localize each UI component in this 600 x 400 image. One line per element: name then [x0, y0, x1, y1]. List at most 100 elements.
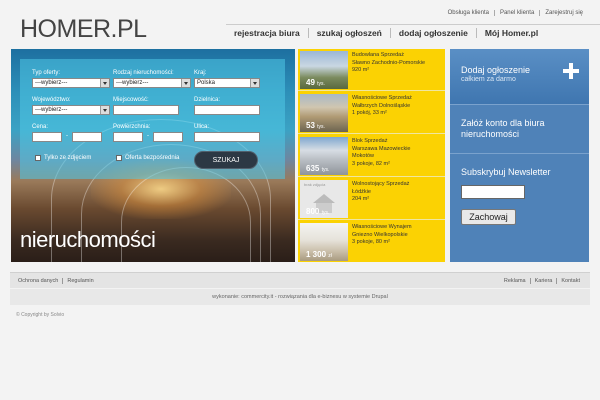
- newsletter-submit-button[interactable]: Zachowaj: [461, 209, 516, 225]
- hero-search-panel: Typ oferty: ---wybierz--- Rodzaj nieruch…: [11, 49, 295, 262]
- listing-district: Mokotów: [352, 153, 375, 159]
- district-input[interactable]: [194, 105, 260, 115]
- footer-credit: wykonanie: commercity.it - rozwiązania d…: [10, 289, 590, 305]
- listing-item[interactable]: 635 tys. Blok Sprzedaż Warszawa Mazowiec…: [298, 135, 445, 177]
- top-links: Obsługa klienta Panel klienta Zarejestru…: [443, 10, 588, 16]
- listing-type: Blok Sprzedaż: [352, 138, 388, 144]
- newsletter-email-input[interactable]: [461, 185, 525, 199]
- no-photo-badge: brak zdjęcia: [304, 182, 326, 187]
- chevron-down-icon: [184, 82, 188, 85]
- listing-details: Budowlana Sprzedaż Sławno Zachodnio-Pomo…: [352, 52, 444, 75]
- price-separator: -: [66, 133, 68, 139]
- listing-type: Wolnostojący Sprzedaż: [352, 181, 410, 187]
- listing-item[interactable]: brak zdjęcia 800 tys. Wolnostojący Sprze…: [298, 178, 445, 220]
- hero-title: nieruchomości: [20, 227, 156, 252]
- country-select[interactable]: Polska: [194, 78, 260, 88]
- listing-details: Własnościowe Sprzedaż Wałbrzych Dolnoślą…: [352, 95, 444, 118]
- listing-item[interactable]: 1 300 zł Własnościowe Wynajem Gniezno Wi…: [298, 221, 445, 263]
- newsletter-title: Subskrybuj Newsletter: [461, 167, 551, 177]
- street-label: Ulica:: [194, 124, 210, 130]
- footer-left-links: Ochrona danych Regulamin: [14, 278, 98, 284]
- nav-add-listing[interactable]: dodaj ogłoszenie: [389, 28, 476, 38]
- offer-type-value: ---wybierz---: [35, 80, 68, 86]
- search-button[interactable]: SZUKAJ: [194, 151, 258, 169]
- listing-price-unit: zł: [328, 253, 332, 259]
- link-contact[interactable]: Kontakt: [556, 278, 584, 284]
- sidebar: Dodaj ogłoszenie całkiem za darmo Załóż …: [450, 49, 589, 262]
- listing-details: Wolnostojący Sprzedaż Łódźkie 204 m²: [352, 181, 444, 204]
- country-value: Polska: [197, 80, 216, 86]
- nav-search-listings[interactable]: szukaj ogłoszeń: [307, 28, 390, 38]
- page: HOMER.PL Obsługa klienta Panel klienta Z…: [0, 0, 600, 400]
- listing-price: 800 tys.: [306, 207, 329, 216]
- header: HOMER.PL Obsługa klienta Panel klienta Z…: [0, 0, 600, 48]
- nav-divider: [226, 24, 600, 25]
- listing-size: 920 m²: [352, 67, 370, 73]
- listing-photo[interactable]: 49 tys.: [300, 51, 348, 89]
- add-listing-subtitle: całkiem za darmo: [461, 76, 516, 83]
- with-photos-label: Tylko ze zdjęciem: [44, 155, 92, 161]
- price-max-input[interactable]: [72, 132, 102, 142]
- site-logo[interactable]: HOMER.PL: [20, 17, 147, 42]
- chevron-down-icon: [253, 82, 257, 85]
- featured-listings: 49 tys. Budowlana Sprzedaż Sławno Zachod…: [298, 49, 445, 262]
- listing-price: 1 300 zł: [306, 250, 332, 259]
- direct-offer-checkbox[interactable]: [116, 155, 122, 161]
- footer-links-bar: Ochrona danych Regulamin Reklama Kariera…: [10, 272, 590, 288]
- listing-location: Sławno Zachodnio-Pomorskie: [352, 59, 426, 66]
- property-type-label: Rodzaj nieruchomości:: [113, 70, 174, 76]
- listing-location: Łódźkie: [352, 188, 371, 195]
- footer-right-links: Reklama Kariera Kontakt: [500, 278, 584, 284]
- link-register[interactable]: Zarejestruj się: [539, 10, 588, 16]
- link-client-panel[interactable]: Panel klienta: [493, 10, 539, 16]
- listing-size: 204 m²: [352, 196, 370, 202]
- listing-price-value: 800: [306, 207, 320, 216]
- area-max-input[interactable]: [153, 132, 183, 142]
- area-min-input[interactable]: [113, 132, 143, 142]
- listing-size: 1 pokój, 33 m²: [352, 110, 387, 116]
- street-input[interactable]: [194, 132, 260, 142]
- listing-price-unit: tys.: [317, 124, 325, 130]
- listing-location: Warszawa Mazowieckie: [352, 145, 411, 152]
- listing-photo[interactable]: 635 tys.: [300, 137, 348, 175]
- link-customer-service[interactable]: Obsługa klienta: [443, 10, 494, 16]
- direct-offer-label: Oferta bezpośrednia: [125, 155, 180, 161]
- link-careers[interactable]: Kariera: [529, 278, 557, 284]
- main-nav: rejestracja biura szukaj ogłoszeń dodaj …: [226, 28, 546, 38]
- listing-photo[interactable]: 53 tys.: [300, 94, 348, 132]
- listing-item[interactable]: 49 tys. Budowlana Sprzedaż Sławno Zachod…: [298, 49, 445, 91]
- listing-location: Gniezno Wielkopolskie: [352, 231, 408, 238]
- listing-item[interactable]: 53 tys. Własnościowe Sprzedaż Wałbrzych …: [298, 92, 445, 134]
- listing-price-value: 635: [306, 164, 320, 173]
- sidebar-divider: [450, 104, 589, 105]
- chevron-down-icon: [103, 82, 107, 85]
- listing-price-value: 53: [306, 121, 315, 130]
- listing-price-value: 49: [306, 78, 315, 87]
- sidebar-divider: [450, 153, 589, 154]
- offer-type-select[interactable]: ---wybierz---: [32, 78, 110, 88]
- create-office-account-link[interactable]: Załóż konto dla biura nieruchomości: [461, 118, 581, 140]
- link-privacy[interactable]: Ochrona danych: [14, 278, 62, 284]
- listing-price: 49 tys.: [306, 78, 325, 87]
- link-terms[interactable]: Regulamin: [62, 278, 97, 284]
- price-min-input[interactable]: [32, 132, 62, 142]
- voivodeship-select[interactable]: ---wybierz---: [32, 105, 110, 115]
- country-label: Kraj:: [194, 70, 207, 76]
- district-label: Dzielnica:: [194, 97, 221, 103]
- listing-price: 53 tys.: [306, 121, 325, 130]
- city-input[interactable]: [113, 105, 179, 115]
- voivodeship-label: Województwo:: [32, 97, 71, 103]
- price-label: Cena:: [32, 124, 49, 130]
- with-photos-checkbox[interactable]: [35, 155, 41, 161]
- listing-price-unit: tys.: [321, 210, 330, 216]
- listing-photo[interactable]: brak zdjęcia 800 tys.: [300, 180, 348, 218]
- nav-office-registration[interactable]: rejestracja biura: [226, 28, 308, 38]
- area-label: Powierzchnia:: [113, 124, 151, 130]
- listing-photo[interactable]: 1 300 zł: [300, 223, 348, 261]
- listing-location: Wałbrzych Dolnośląskie: [352, 102, 411, 109]
- add-listing-title: Dodaj ogłoszenie: [461, 65, 531, 75]
- link-advertising[interactable]: Reklama: [500, 278, 530, 284]
- add-listing-banner[interactable]: Dodaj ogłoszenie całkiem za darmo: [450, 49, 589, 104]
- nav-my-homer[interactable]: Mój Homer.pl: [475, 28, 546, 38]
- property-type-select[interactable]: ---wybierz---: [113, 78, 191, 88]
